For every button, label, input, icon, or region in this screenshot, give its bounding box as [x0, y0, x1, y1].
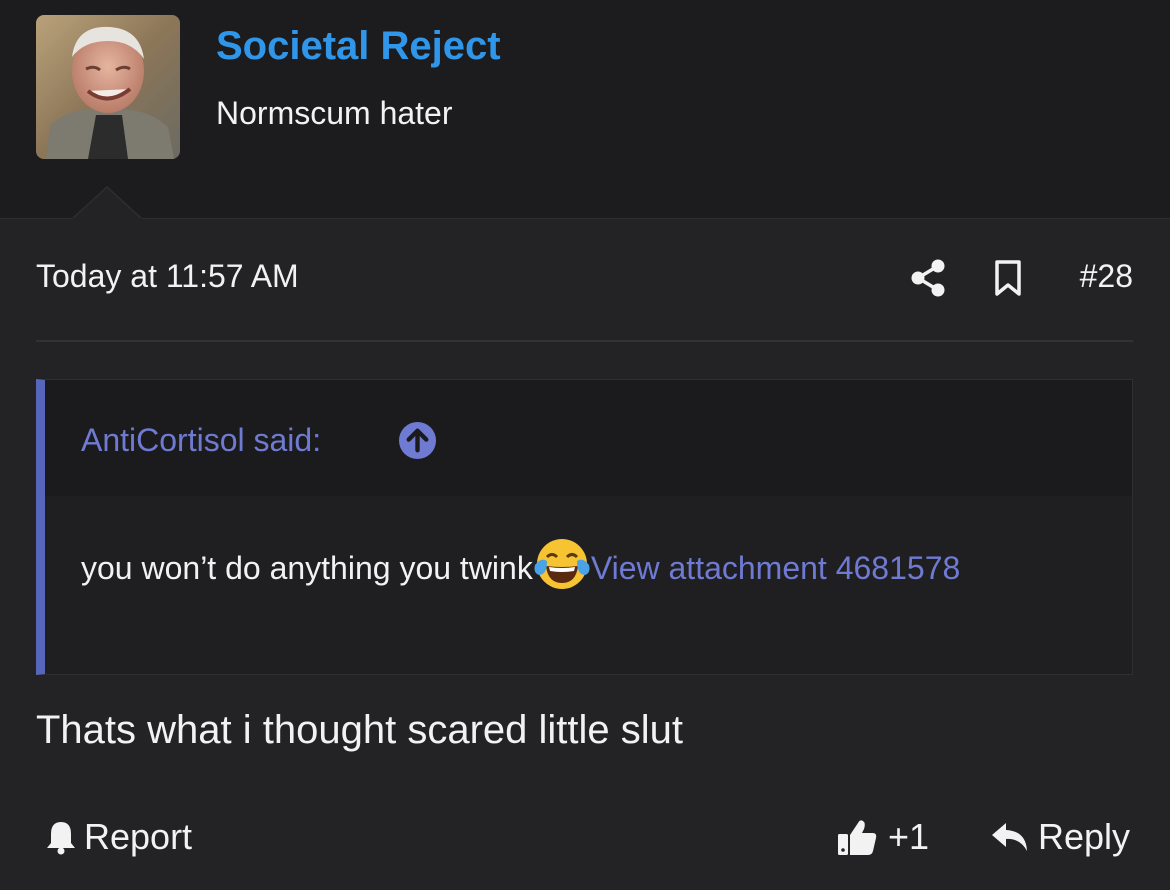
reply-label: Reply — [1037, 816, 1130, 857]
attachment-link[interactable]: View attachment 4681578 — [591, 550, 960, 586]
reply-arrow-icon — [991, 823, 1027, 851]
arrow-up-circle-icon[interactable] — [398, 421, 437, 460]
post-body: Thats what i thought scared little slut — [36, 708, 683, 752]
bookmark-icon[interactable] — [992, 258, 1024, 298]
like-button[interactable]: +1 — [836, 816, 929, 858]
report-label: Report — [84, 816, 193, 857]
face-with-tears-of-joy-icon — [534, 539, 590, 589]
avatar[interactable] — [36, 15, 180, 159]
report-button[interactable]: Report — [44, 816, 192, 858]
user-title: Normscum hater — [216, 95, 453, 131]
reply-button[interactable]: Reply — [990, 816, 1130, 858]
quote-text: you won’t do anything you twink — [81, 550, 533, 586]
quote-author-link[interactable]: AntiCortisol said: — [81, 422, 321, 459]
post-timestamp[interactable]: Today at 11:57 AM — [36, 258, 299, 295]
quote-header: AntiCortisol said: — [45, 380, 1132, 496]
quote-body: you won’t do anything you twink View att… — [81, 535, 1081, 595]
like-count: +1 — [888, 816, 930, 857]
share-icon[interactable] — [910, 258, 946, 298]
bell-icon — [47, 822, 75, 855]
post-number-link[interactable]: #28 — [1080, 258, 1133, 295]
quote-block: AntiCortisol said: you won’t do anything… — [36, 379, 1133, 675]
post-footer: Report +1 Reply — [36, 812, 1133, 868]
username[interactable]: Societal Reject — [216, 24, 501, 69]
thumbs-up-icon — [838, 820, 877, 855]
divider — [36, 340, 1133, 342]
arrow-notch — [72, 186, 142, 220]
post-meta: Today at 11:57 AM #28 — [36, 256, 1133, 304]
user-header: Societal Reject Normscum hater — [0, 0, 1170, 220]
